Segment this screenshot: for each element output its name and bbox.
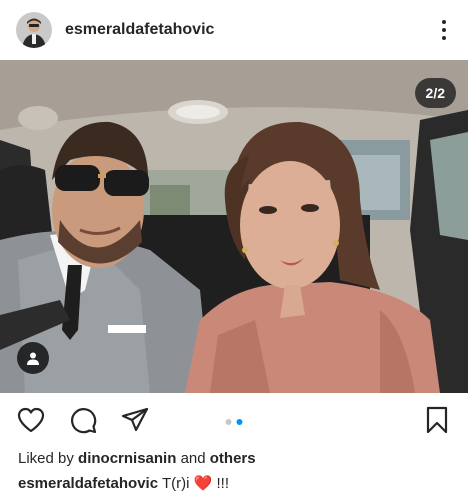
likes-summary: Liked by dinocrnisanin and others [18, 450, 256, 467]
person-tag-icon [27, 352, 39, 365]
carousel-dot-2 [236, 419, 243, 425]
post-username[interactable]: esmeraldafetahovic [65, 21, 214, 39]
comment-bubble-icon [71, 408, 97, 434]
likes-others-link[interactable]: others [210, 450, 256, 467]
caption-text: T(r)i [161, 475, 190, 492]
post-actions [0, 393, 468, 447]
photo-illustration [0, 60, 468, 393]
more-options-button[interactable] [434, 18, 454, 42]
save-button[interactable] [422, 405, 452, 435]
post-photo[interactable]: 2/2 [0, 60, 468, 393]
red-heart-icon: ❤️ [193, 475, 213, 492]
comment-button[interactable] [68, 405, 98, 435]
image-counter: 2/2 [414, 78, 456, 108]
heart-outline-icon [17, 407, 45, 433]
avatar[interactable] [16, 12, 52, 48]
like-button[interactable] [16, 405, 46, 435]
liker-username[interactable]: dinocrnisanin [78, 450, 176, 467]
caption-suffix: !!! [216, 475, 230, 492]
tagged-people-button[interactable] [17, 342, 49, 374]
post-header: esmeraldafetahovic [0, 0, 468, 60]
paper-plane-icon [121, 407, 149, 432]
carousel-indicator [225, 419, 243, 425]
carousel-dot-1 [225, 419, 232, 425]
caption-username[interactable]: esmeraldafetahovic [18, 475, 158, 492]
more-vertical-icon [442, 20, 446, 24]
post-caption: esmeraldafetahovic T(r)i ❤️ !!! [18, 474, 229, 492]
share-button[interactable] [120, 405, 150, 435]
bookmark-outline-icon [426, 406, 448, 434]
